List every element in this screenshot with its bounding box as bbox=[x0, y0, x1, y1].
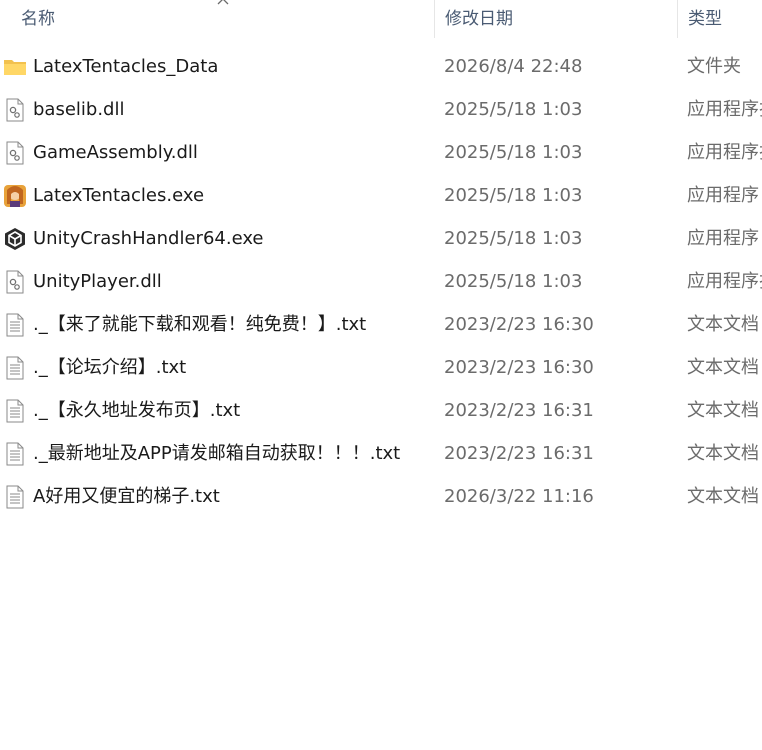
text-file-icon bbox=[6, 356, 24, 380]
file-date: 2025/5/18 1:03 bbox=[444, 228, 583, 249]
file-type: 应用程序 bbox=[687, 228, 759, 249]
column-header-date[interactable]: 修改日期 bbox=[434, 0, 677, 38]
unity-icon bbox=[5, 228, 25, 250]
dll-icon bbox=[6, 141, 24, 165]
file-date: 2026/3/22 11:16 bbox=[444, 486, 594, 507]
file-name: UnityCrashHandler64.exe bbox=[33, 228, 264, 249]
file-row[interactable]: ._【永久地址发布页】.txt 2023/2/23 16:31 文本文档 bbox=[0, 389, 762, 432]
file-list: LatexTentacles_Data 2026/8/4 22:48 文件夹 b… bbox=[0, 45, 762, 518]
text-file-icon bbox=[6, 313, 24, 337]
dll-icon bbox=[6, 98, 24, 122]
file-name: ._【永久地址发布页】.txt bbox=[33, 400, 241, 421]
file-row[interactable]: UnityPlayer.dll 2025/5/18 1:03 应用程序扩展 bbox=[0, 260, 762, 303]
folder-icon bbox=[4, 60, 26, 75]
chevron-up-icon bbox=[217, 0, 229, 5]
file-row[interactable]: baselib.dll 2025/5/18 1:03 应用程序扩展 bbox=[0, 88, 762, 131]
file-name: UnityPlayer.dll bbox=[33, 271, 162, 292]
file-name: baselib.dll bbox=[33, 99, 125, 120]
file-type: 文本文档 bbox=[687, 486, 759, 507]
file-date: 2023/2/23 16:30 bbox=[444, 314, 594, 335]
file-type: 应用程序扩展 bbox=[687, 271, 762, 292]
file-type: 文本文档 bbox=[687, 400, 759, 421]
text-file-icon bbox=[6, 399, 24, 423]
file-date: 2026/8/4 22:48 bbox=[444, 56, 583, 77]
file-type: 应用程序扩展 bbox=[687, 99, 762, 120]
file-type: 文本文档 bbox=[687, 443, 759, 464]
column-header: 名称 修改日期 类型 bbox=[0, 0, 762, 38]
file-row[interactable]: ._最新地址及APP请发邮箱自动获取！！！.txt 2023/2/23 16:3… bbox=[0, 432, 762, 475]
file-date: 2025/5/18 1:03 bbox=[444, 185, 583, 206]
text-file-icon bbox=[6, 485, 24, 509]
file-row[interactable]: LatexTentacles_Data 2026/8/4 22:48 文件夹 bbox=[0, 45, 762, 88]
file-type: 文本文档 bbox=[687, 357, 759, 378]
file-row[interactable]: UnityCrashHandler64.exe 2025/5/18 1:03 应… bbox=[0, 217, 762, 260]
file-date: 2025/5/18 1:03 bbox=[444, 142, 583, 163]
file-date: 2023/2/23 16:30 bbox=[444, 357, 594, 378]
file-row[interactable]: LatexTentacles.exe 2025/5/18 1:03 应用程序 bbox=[0, 174, 762, 217]
file-date: 2025/5/18 1:03 bbox=[444, 99, 583, 120]
file-type: 文件夹 bbox=[687, 56, 741, 77]
file-name: LatexTentacles_Data bbox=[33, 56, 219, 77]
file-row[interactable]: ._【来了就能下载和观看！纯免费！】.txt 2023/2/23 16:30 文… bbox=[0, 303, 762, 346]
file-row[interactable]: GameAssembly.dll 2025/5/18 1:03 应用程序扩展 bbox=[0, 131, 762, 174]
dll-icon bbox=[6, 270, 24, 294]
file-name: ._【来了就能下载和观看！纯免费！】.txt bbox=[33, 314, 367, 335]
file-row[interactable]: A好用又便宜的梯子.txt 2026/3/22 11:16 文本文档 bbox=[0, 475, 762, 518]
file-name: A好用又便宜的梯子.txt bbox=[33, 486, 220, 507]
file-name: LatexTentacles.exe bbox=[33, 185, 205, 206]
game-exe-icon bbox=[4, 185, 26, 207]
file-date: 2023/2/23 16:31 bbox=[444, 443, 594, 464]
file-type: 文本文档 bbox=[687, 314, 759, 335]
file-type: 应用程序扩展 bbox=[687, 142, 762, 163]
column-header-type[interactable]: 类型 bbox=[677, 0, 762, 38]
file-date: 2023/2/23 16:31 bbox=[444, 400, 594, 421]
file-row[interactable]: ._【论坛介绍】.txt 2023/2/23 16:30 文本文档 bbox=[0, 346, 762, 389]
file-type: 应用程序 bbox=[687, 185, 759, 206]
file-name: ._最新地址及APP请发邮箱自动获取！！！.txt bbox=[33, 443, 401, 464]
file-name: ._【论坛介绍】.txt bbox=[33, 357, 187, 378]
file-name: GameAssembly.dll bbox=[33, 142, 198, 163]
file-date: 2025/5/18 1:03 bbox=[444, 271, 583, 292]
text-file-icon bbox=[6, 442, 24, 466]
